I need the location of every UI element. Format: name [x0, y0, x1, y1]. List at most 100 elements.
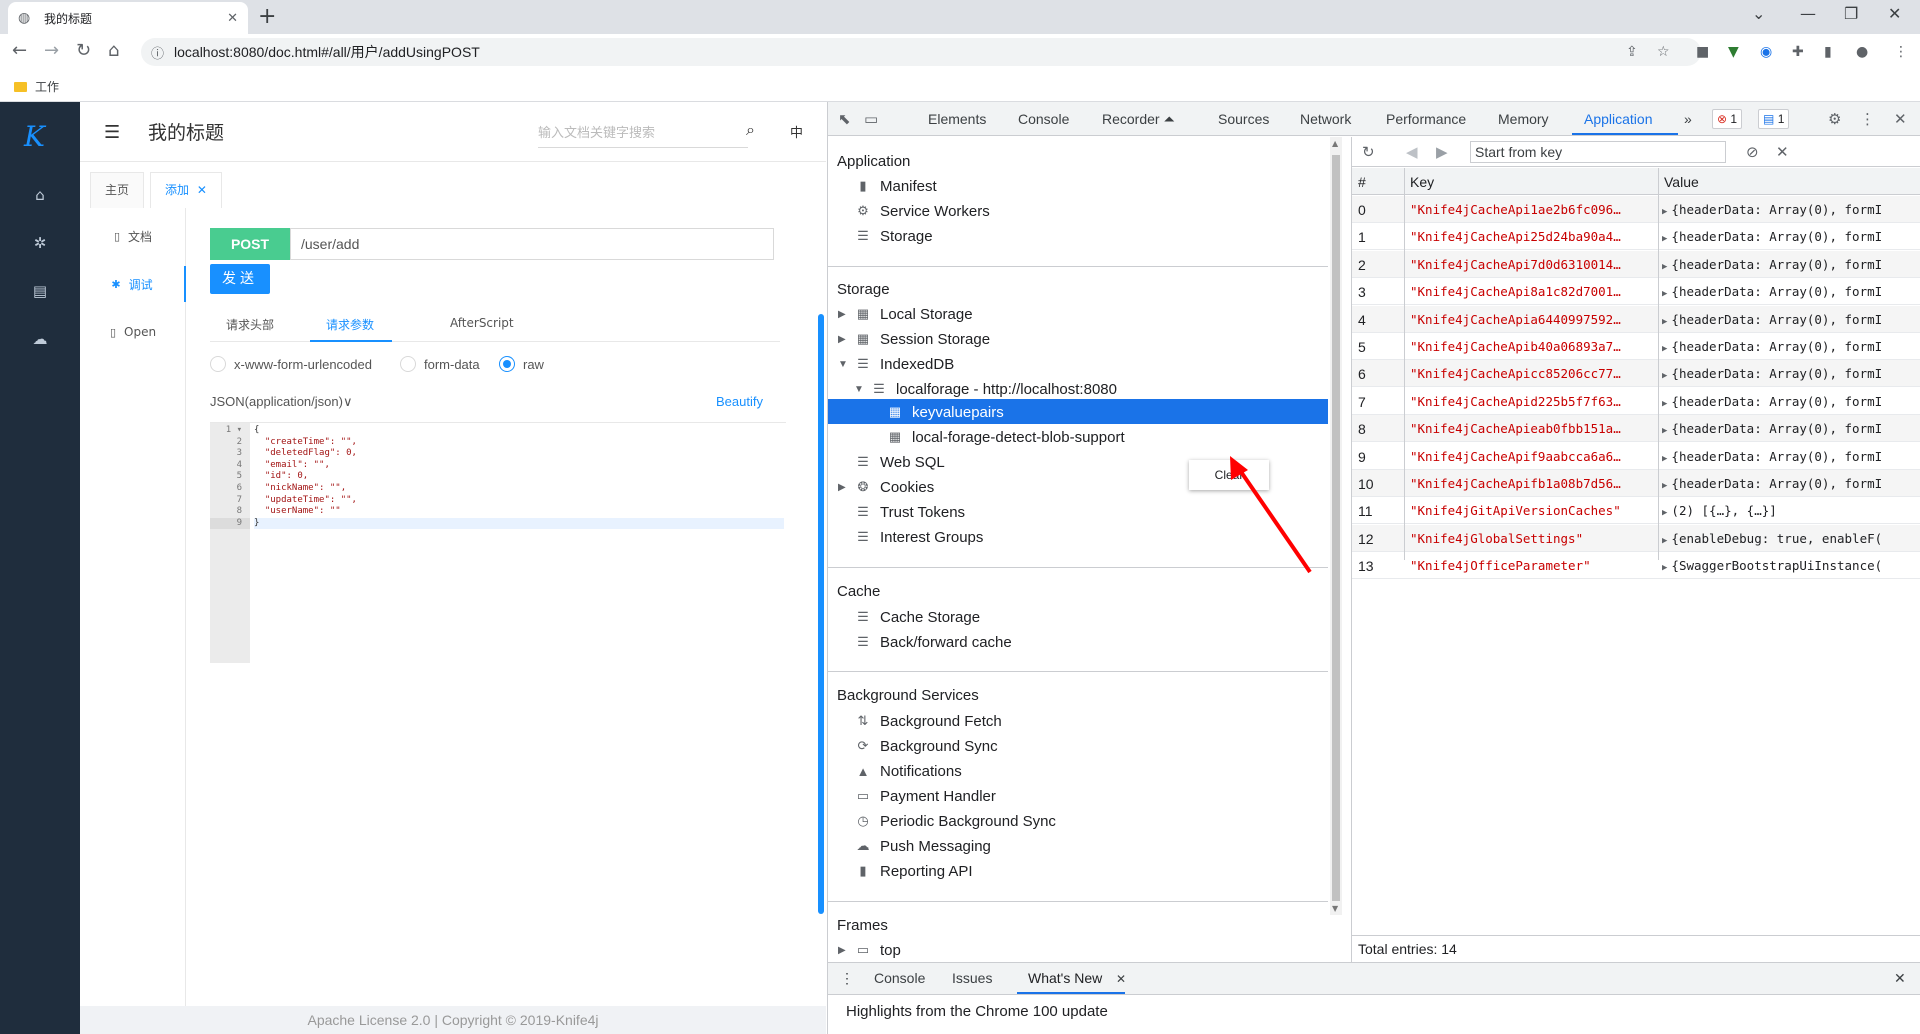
- table-row[interactable]: 1 "Knife4jCacheApi25d24ba90a4… ▶ {headerDat…: [1352, 223, 1920, 251]
- back-arrow-icon[interactable]: ←: [12, 40, 27, 61]
- kebab-menu-icon[interactable]: ⋮: [1894, 44, 1908, 60]
- extension-circle-icon[interactable]: ◉: [1760, 44, 1772, 60]
- sidebar-scrollbar[interactable]: ▲ ▼: [1330, 137, 1342, 915]
- item-reporting-api[interactable]: ▮ Reporting API: [854, 860, 972, 882]
- bookmark-folder[interactable]: 工作: [14, 78, 59, 95]
- expand-arrow-icon[interactable]: ▶: [1662, 371, 1667, 381]
- devtools-tab-recorder[interactable]: Recorder ⏶: [1102, 111, 1175, 128]
- expand-arrow-icon[interactable]: ▶: [1662, 317, 1667, 327]
- item-keyvaluepairs[interactable]: ▦ keyvaluepairs: [886, 401, 1004, 423]
- table-row[interactable]: 0 "Knife4jCacheApi1ae2b6fc096… ▶ {headerDat…: [1352, 196, 1920, 223]
- menu-toggle-icon[interactable]: ☰: [104, 122, 120, 143]
- devtools-tab-console[interactable]: Console: [1018, 111, 1069, 127]
- radio-raw[interactable]: raw: [499, 356, 544, 372]
- table-row[interactable]: 13 "Knife4jOfficeParameter" ▶ {SwaggerBoots…: [1352, 552, 1920, 580]
- devtools-tab-memory[interactable]: Memory: [1498, 111, 1549, 127]
- omnibox[interactable]: ⓘ localhost:8080/doc.html#/all/用户/addUsi…: [141, 38, 1701, 66]
- tab-search-icon[interactable]: ⌄: [1752, 4, 1765, 23]
- subtab-afterscript[interactable]: AfterScript: [450, 316, 514, 330]
- json-editor[interactable]: 1 ▾ 2 3 4 5 6 7 8 9 { "createTime": "", "deleted…: [210, 422, 786, 663]
- table-row[interactable]: 12 "Knife4jGlobalSettings" ▶ {enableDebug: …: [1352, 524, 1920, 552]
- item-push-messaging[interactable]: ☁ Push Messaging: [854, 835, 991, 857]
- collapse-arrow-icon[interactable]: ▼: [854, 384, 864, 395]
- expand-arrow-icon[interactable]: ▶: [1662, 536, 1667, 546]
- expand-arrow-icon[interactable]: ▶: [838, 334, 846, 345]
- item-cache-storage[interactable]: ☰ Cache Storage: [854, 606, 980, 628]
- tab-add[interactable]: 添加 ✕: [150, 172, 222, 209]
- expand-arrow-icon[interactable]: ▶: [1662, 508, 1667, 518]
- code-line[interactable]: {: [254, 425, 784, 437]
- code-line[interactable]: "nickName": "",: [254, 483, 784, 495]
- close-window-icon[interactable]: ✕: [1888, 4, 1901, 23]
- close-tab-icon[interactable]: ✕: [227, 11, 238, 26]
- site-info-icon[interactable]: ⓘ: [151, 43, 164, 62]
- drawer-tab-whats-new[interactable]: What's New: [1028, 970, 1102, 986]
- item-background-fetch[interactable]: ⇅ Background Fetch: [854, 710, 1002, 732]
- new-tab-button[interactable]: +: [258, 4, 276, 29]
- language-switch[interactable]: 中: [790, 122, 803, 141]
- knife4j-logo[interactable]: K: [24, 120, 45, 153]
- radio-urlencoded[interactable]: x-www-form-urlencoded: [210, 356, 372, 372]
- devtools-tab-elements[interactable]: Elements: [928, 111, 986, 127]
- item-indexeddb[interactable]: ▼ ☰ IndexedDB: [838, 353, 954, 375]
- refresh-icon[interactable]: ↻: [1362, 143, 1375, 161]
- item-background-sync[interactable]: ⟳ Background Sync: [854, 735, 998, 757]
- expand-arrow-icon[interactable]: ▶: [1662, 344, 1667, 354]
- expand-arrow-icon[interactable]: ▶: [1662, 289, 1667, 299]
- column-header[interactable]: Key: [1410, 174, 1434, 190]
- item-local-storage[interactable]: ▶ ▦ Local Storage: [838, 303, 973, 325]
- item-payment-handler[interactable]: ▭ Payment Handler: [854, 785, 996, 807]
- expand-arrow-icon[interactable]: ▶: [1662, 207, 1667, 217]
- table-row[interactable]: 8 "Knife4jCacheApieab0fbb151a… ▶ {headerDat…: [1352, 415, 1920, 443]
- home-nav-icon[interactable]: ⌂: [30, 186, 50, 206]
- side-item-debug[interactable]: ✱ 调试: [80, 266, 186, 302]
- restore-icon[interactable]: ❐: [1844, 4, 1858, 23]
- item-service-workers[interactable]: ⚙ Service Workers: [854, 200, 990, 222]
- close-drawer-icon[interactable]: ✕: [1894, 970, 1906, 987]
- table-row[interactable]: 4 "Knife4jCacheApia6440997592… ▶ {headerDat…: [1352, 305, 1920, 333]
- delete-selected-icon[interactable]: ✕: [1776, 143, 1789, 161]
- table-row[interactable]: 5 "Knife4jCacheApib40a06893a7… ▶ {headerDat…: [1352, 333, 1920, 360]
- forward-arrow-icon[interactable]: →: [44, 40, 59, 61]
- side-item-doc[interactable]: ▯ 文档: [80, 218, 186, 254]
- code-line[interactable]: "deletedFlag": 0,: [254, 448, 784, 460]
- drawer-tab-issues[interactable]: Issues: [952, 970, 992, 986]
- scroll-down-icon[interactable]: ▼: [1332, 904, 1338, 913]
- collapse-arrow-icon[interactable]: ▼: [838, 359, 848, 370]
- code-line[interactable]: "createTime": "",: [254, 437, 784, 449]
- radio-form-data[interactable]: form-data: [400, 356, 480, 372]
- expand-arrow-icon[interactable]: ▶: [838, 482, 846, 493]
- item-trust-tokens[interactable]: ☰ Trust Tokens: [854, 501, 965, 523]
- table-row[interactable]: 6 "Knife4jCacheApicc85206cc77… ▶ {headerDat…: [1352, 360, 1920, 388]
- code-line[interactable]: "email": "",: [254, 460, 784, 472]
- bookmark-star-icon[interactable]: ☆: [1657, 44, 1670, 60]
- table-row[interactable]: 7 "Knife4jCacheApid225b5f7f63… ▶ {headerDat…: [1352, 388, 1920, 415]
- expand-arrow-icon[interactable]: ▶: [838, 309, 846, 320]
- url-text[interactable]: localhost:8080/doc.html#/all/用户/addUsing…: [174, 42, 480, 62]
- vue-devtools-icon[interactable]: ▼: [1728, 44, 1739, 60]
- item-cookies[interactable]: ▶ ❂ Cookies: [838, 476, 934, 498]
- message-count-badge[interactable]: ▤ 1: [1758, 109, 1790, 129]
- search-icon[interactable]: ⌕: [746, 120, 755, 140]
- request-path-input[interactable]: /user/add: [290, 228, 774, 260]
- code-line[interactable]: "id": 0,: [254, 471, 784, 483]
- item-local-forage-detect[interactable]: ▦ local-forage-detect-blob-support: [886, 426, 1125, 448]
- browser-tab[interactable]: ◍ 我的标题 ✕: [8, 2, 248, 34]
- drawer-tab-console[interactable]: Console: [874, 970, 925, 986]
- document-nav-icon[interactable]: ▤: [30, 282, 50, 302]
- close-tab-icon[interactable]: ✕: [197, 183, 207, 197]
- table-row[interactable]: 10 "Knife4jCacheApifb1a08b7d56… ▶ {headerDa…: [1352, 470, 1920, 497]
- item-notifications[interactable]: ▲ Notifications: [854, 760, 962, 782]
- table-row[interactable]: 2 "Knife4jCacheApi7d0d6310014… ▶ {headerDat…: [1352, 250, 1920, 278]
- settings-nav-icon[interactable]: ✲: [30, 234, 50, 254]
- item-manifest[interactable]: ▮ Manifest: [854, 175, 936, 197]
- expand-arrow-icon[interactable]: ▶: [1662, 563, 1667, 573]
- tab-home[interactable]: 主页: [90, 172, 145, 208]
- context-menu-clear[interactable]: Clear: [1189, 460, 1269, 490]
- beautify-link[interactable]: Beautify: [716, 394, 763, 409]
- expand-arrow-icon[interactable]: ▶: [1662, 399, 1667, 409]
- devtools-tab-application[interactable]: Application: [1584, 111, 1653, 127]
- prev-page-icon[interactable]: ◀: [1406, 143, 1418, 161]
- devtools-tab-network[interactable]: Network: [1300, 111, 1351, 127]
- column-header[interactable]: Value: [1664, 174, 1699, 190]
